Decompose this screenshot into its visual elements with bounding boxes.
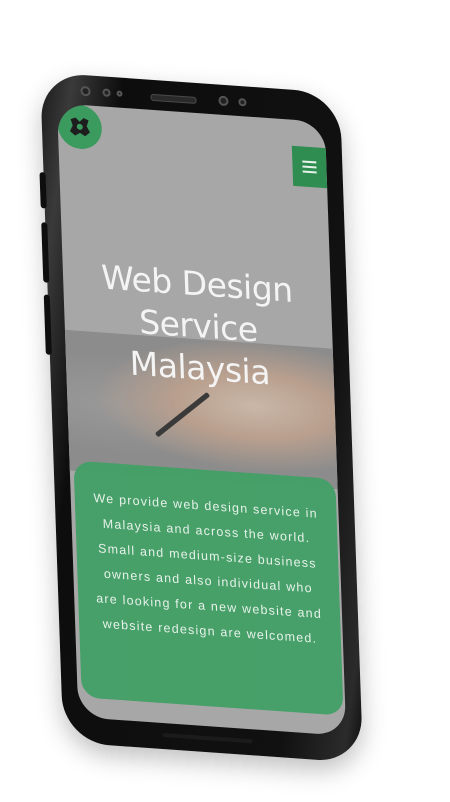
intro-card: We provide web design service in Malaysi… (73, 460, 344, 716)
hamburger-line (302, 170, 317, 174)
earpiece-speaker (150, 93, 197, 105)
iris-camera-icon (218, 95, 229, 107)
sensor-icon (102, 88, 111, 97)
sensor-icon (116, 90, 123, 97)
front-camera-icon (80, 85, 91, 97)
hamburger-line (302, 165, 317, 169)
site-logo[interactable] (57, 103, 103, 151)
intro-text: We provide web design service in Malaysi… (93, 490, 323, 646)
phone-side-button (39, 172, 47, 209)
sensor-icon (238, 97, 247, 107)
hero-title: Web Design Service Malaysia (62, 254, 334, 399)
stage: Web Design Service Malaysia We provide w… (0, 0, 450, 802)
phone-mockup: Web Design Service Malaysia We provide w… (39, 72, 364, 764)
phone-screen: Web Design Service Malaysia We provide w… (57, 103, 347, 736)
phone-volume-up-button (41, 222, 50, 283)
phone-bottom-edge (162, 733, 253, 744)
menu-button[interactable] (291, 145, 328, 189)
phone-volume-down-button (43, 294, 52, 356)
hamburger-menu-icon (302, 160, 317, 164)
logo-icon (69, 117, 90, 137)
